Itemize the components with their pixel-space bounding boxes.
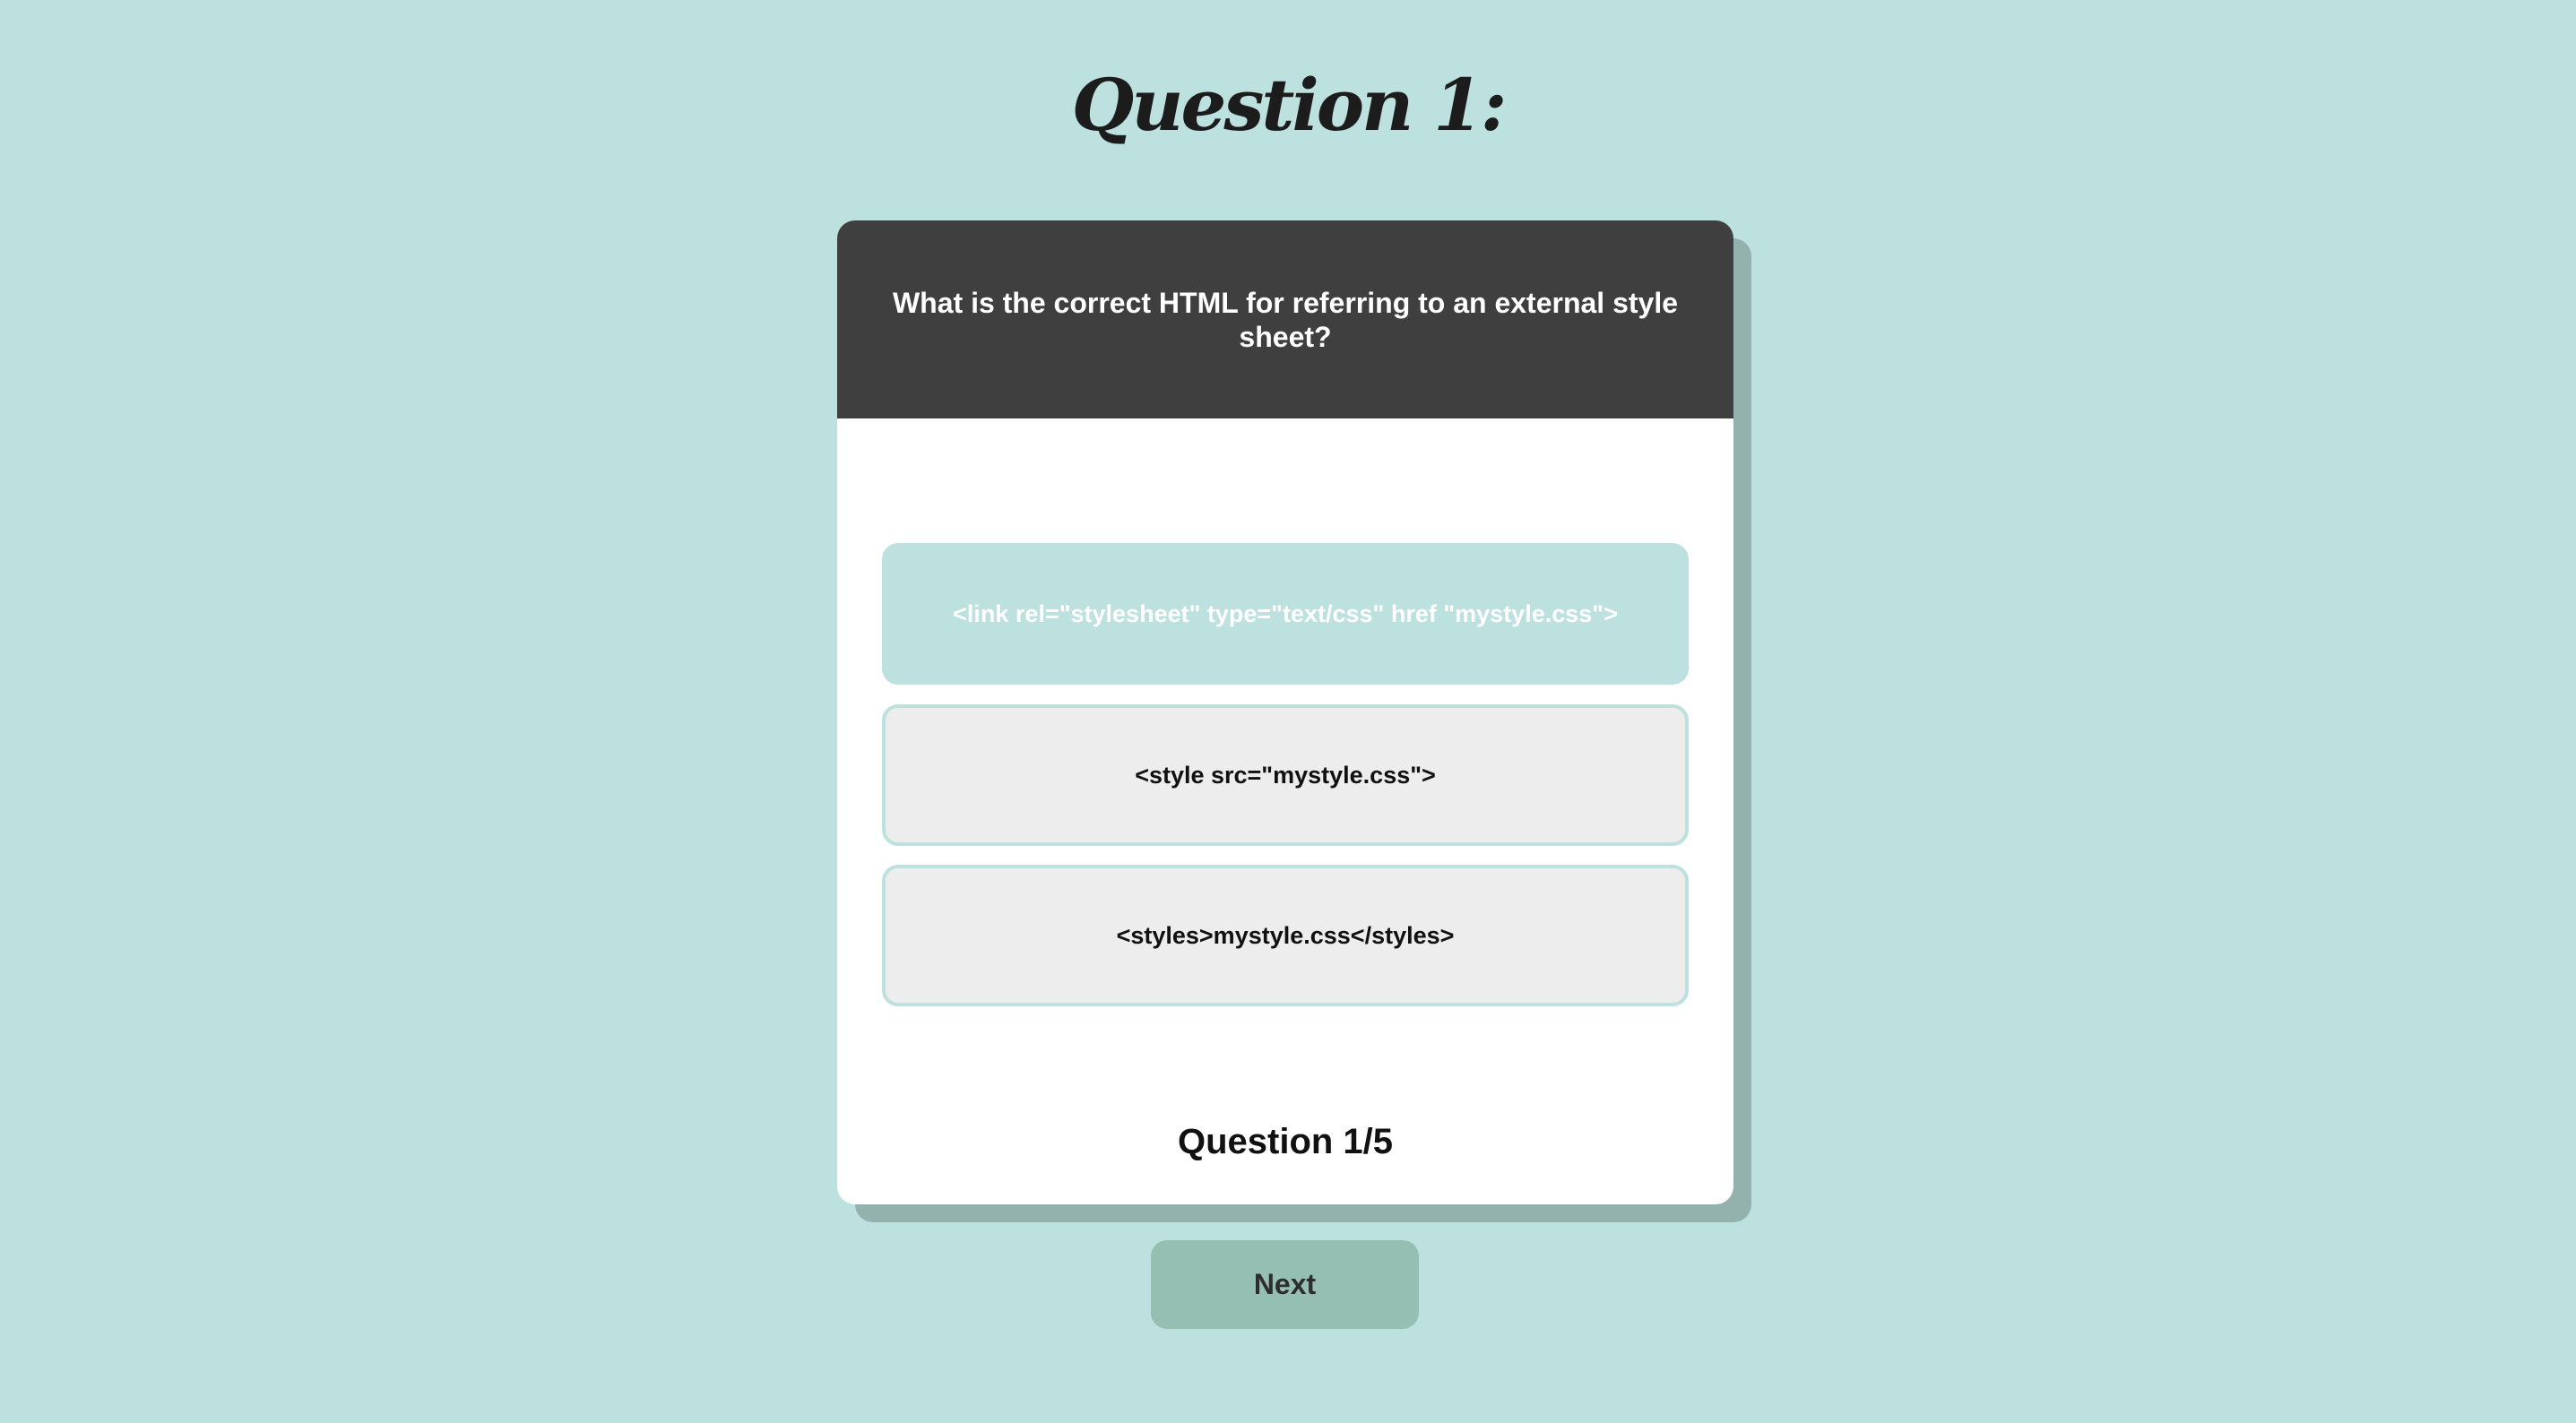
question-progress: Question 1/5 xyxy=(1177,1122,1394,1161)
answer-option-2[interactable]: <style src="mystyle.css"> xyxy=(882,704,1689,846)
answer-option-3[interactable]: <styles>mystyle.css</styles> xyxy=(882,865,1689,1006)
next-button[interactable]: Next xyxy=(1151,1240,1419,1329)
question-text: What is the correct HTML for referring t… xyxy=(892,286,1679,353)
answer-option-1[interactable]: <link rel="stylesheet" type="text/css" h… xyxy=(882,543,1689,685)
quiz-card: What is the correct HTML for referring t… xyxy=(837,220,1733,1204)
page-title: Question 1: xyxy=(1071,63,1508,147)
question-header: What is the correct HTML for referring t… xyxy=(837,220,1733,418)
